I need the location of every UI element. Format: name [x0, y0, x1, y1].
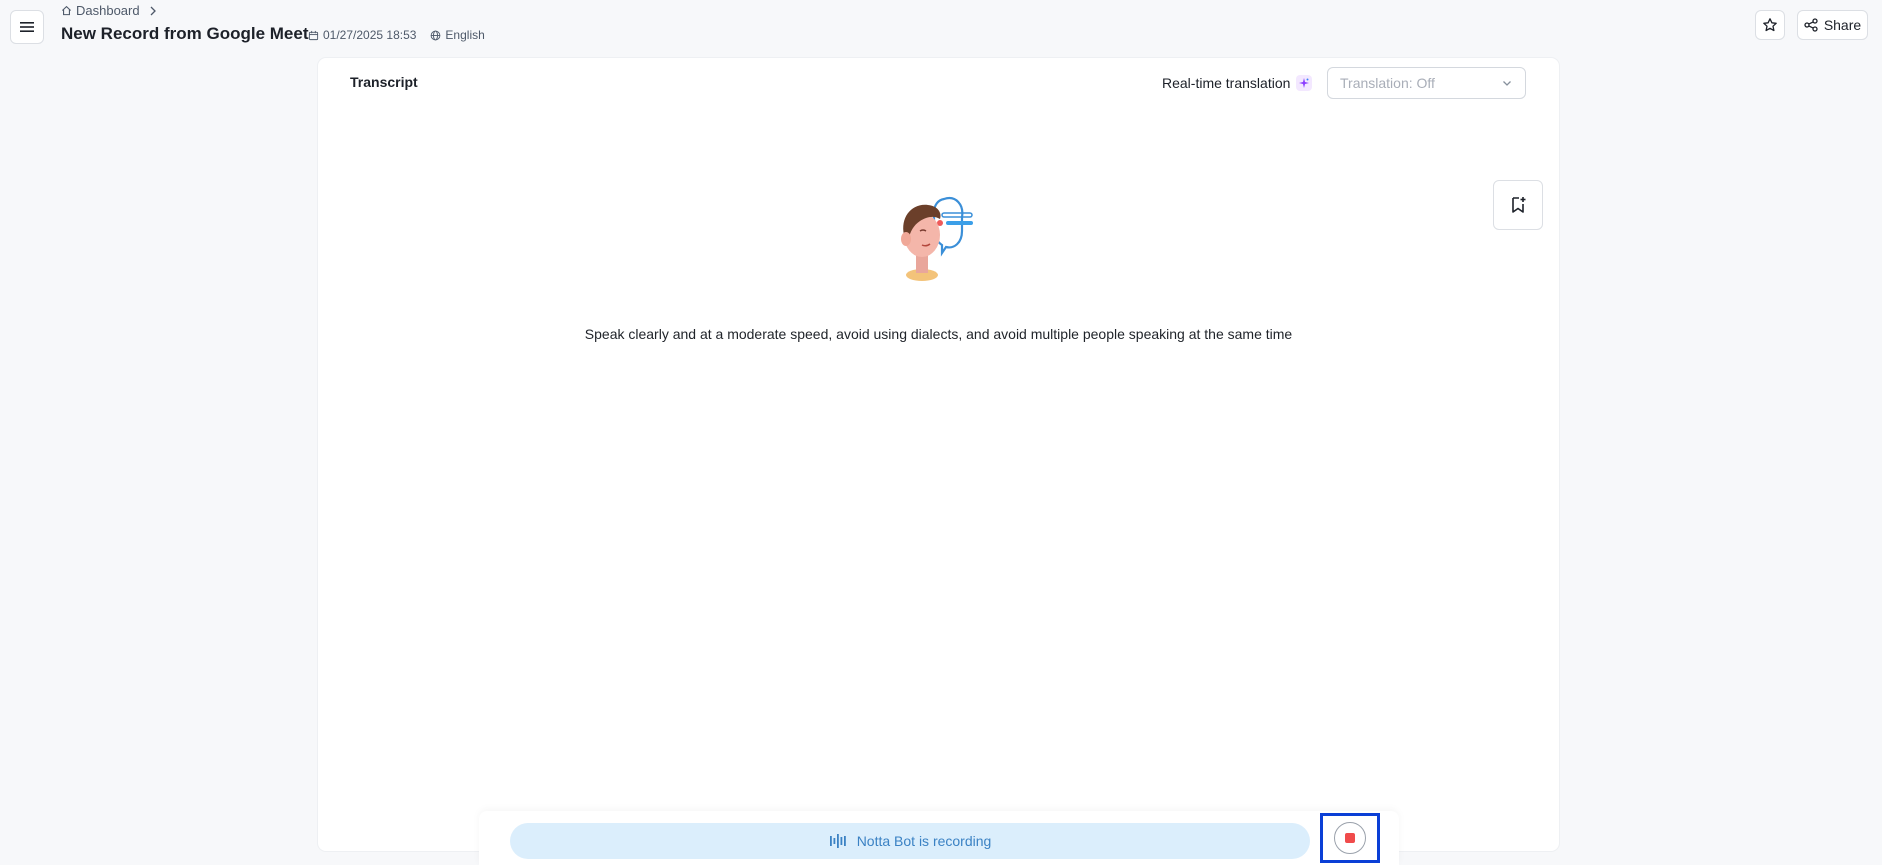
sparkle-icon [1296, 75, 1313, 91]
home-icon [61, 5, 72, 16]
transcript-hint: Speak clearly and at a moderate speed, a… [584, 326, 1293, 342]
menu-icon [20, 22, 34, 32]
breadcrumb-dashboard-label: Dashboard [76, 3, 140, 18]
record-datetime: 01/27/2025 18:53 [308, 28, 416, 42]
globe-icon [431, 30, 441, 40]
calendar-icon [308, 30, 319, 40]
breadcrumb: Dashboard [61, 3, 160, 18]
realtime-translation: Real-time translation [1162, 75, 1313, 91]
stop-recording-highlight [1320, 813, 1380, 863]
transcript-panel: Transcript Real-time translation Transla… [318, 58, 1559, 851]
speaker-illustration [901, 197, 973, 281]
transcript-title: Transcript [350, 74, 418, 90]
share-button[interactable]: Share [1797, 10, 1868, 40]
recording-status-label: Notta Bot is recording [856, 833, 992, 849]
share-label: Share [1823, 17, 1862, 33]
record-language-label: English [445, 28, 485, 42]
chevron-right-icon [150, 6, 156, 15]
breadcrumb-dashboard[interactable]: Dashboard [61, 3, 140, 18]
waveform-icon [829, 834, 846, 848]
recording-bar: Notta Bot is recording [479, 811, 1399, 865]
record-datetime-label: 01/27/2025 18:53 [323, 28, 417, 42]
translation-select-value: Translation: Off [1340, 75, 1435, 91]
recording-status: Notta Bot is recording [510, 823, 1310, 859]
menu-button[interactable] [10, 10, 44, 44]
page-title[interactable]: New Record from Google Meet [61, 24, 308, 44]
favorite-button[interactable] [1755, 10, 1785, 40]
add-bookmark-button[interactable] [1493, 180, 1543, 230]
bookmark-add-icon [1512, 197, 1526, 213]
realtime-translation-label: Real-time translation [1162, 75, 1291, 91]
chevron-down-icon [1503, 81, 1511, 86]
star-icon [1763, 18, 1777, 32]
share-icon [1804, 18, 1818, 32]
stop-recording-button[interactable] [1334, 822, 1366, 854]
record-language[interactable]: English [430, 28, 485, 42]
translation-select[interactable]: Translation: Off [1327, 67, 1526, 99]
record-meta: 01/27/2025 18:53 English [308, 28, 485, 42]
stop-icon [1345, 833, 1355, 843]
